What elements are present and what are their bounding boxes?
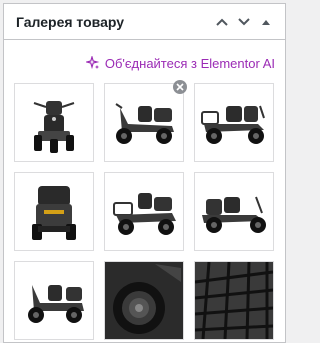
wheel-closeup-image [105,262,183,339]
panel-title: Галерея товару [16,13,125,30]
gallery-image-1[interactable] [14,83,94,162]
chevron-up-icon [216,18,228,26]
ai-row: Об'єднайтеся з Elementor AI [4,40,285,73]
tricycle-image [28,284,84,323]
tricycle-image [115,102,174,144]
gallery-image-9[interactable] [194,261,274,340]
gallery-grid [14,80,274,340]
tricycle-image [113,192,176,235]
collapse-panel-button[interactable] [255,11,277,33]
product-gallery-panel: Галерея товару Об'єднайтеся з Elementor … [3,3,286,343]
sparkle-icon [85,56,100,70]
gallery-image-2[interactable] [104,80,187,162]
elementor-ai-label: Об'єднайтеся з Elementor AI [104,55,275,71]
move-down-button[interactable] [233,11,255,33]
remove-image-button[interactable] [173,80,187,94]
close-icon [176,83,184,91]
gallery-image-7[interactable] [14,261,94,340]
move-up-button[interactable] [211,11,233,33]
tricycle-image [32,185,76,240]
panel-header: Галерея товару [4,4,285,40]
tricycle-image [201,105,265,144]
gallery-image-8[interactable] [104,261,184,340]
tricycle-image [33,100,75,153]
gallery-image-5[interactable] [104,172,184,251]
elementor-ai-link[interactable]: Об'єднайтеся з Elementor AI [85,55,275,71]
gallery-image-6[interactable] [194,172,274,251]
gallery-image-3[interactable] [194,83,274,162]
tricycle-image [202,196,266,233]
basket-closeup-image [195,262,273,339]
gallery-image-4[interactable] [14,172,94,251]
collapse-triangle-icon [262,19,270,25]
chevron-down-icon [238,17,250,25]
